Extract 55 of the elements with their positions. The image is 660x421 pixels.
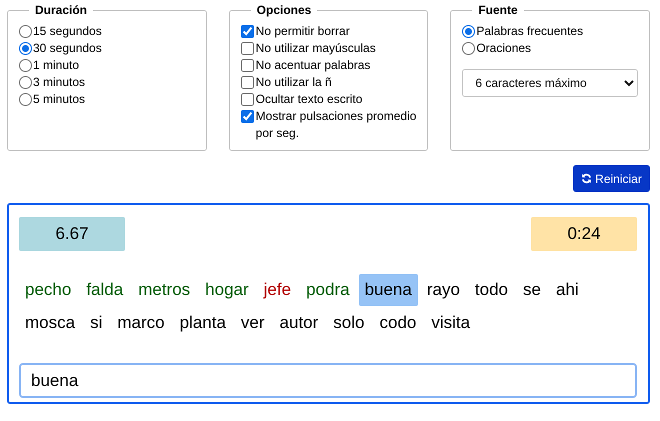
- radio-button[interactable]: [19, 42, 32, 55]
- word: ver: [240, 312, 266, 334]
- typing-field[interactable]: buena: [19, 363, 637, 398]
- word: falda: [85, 279, 124, 301]
- checkbox[interactable]: [240, 110, 254, 123]
- option-label: 15 segundos: [33, 23, 103, 40]
- word: jefe: [262, 279, 292, 301]
- checkbox[interactable]: [240, 25, 254, 38]
- word: autor: [278, 312, 320, 334]
- radio-button[interactable]: [19, 76, 32, 89]
- group-title: Opciones: [256, 3, 312, 17]
- word: marco: [116, 312, 166, 334]
- checkbox[interactable]: [240, 93, 254, 106]
- group-title: Fuente: [477, 3, 519, 17]
- option-label: 5 minutos: [33, 91, 86, 108]
- word: se: [522, 279, 542, 301]
- radio-button[interactable]: [19, 25, 32, 38]
- option-label: No utilizar la ñ: [256, 74, 333, 91]
- word: hogar: [204, 279, 250, 301]
- option-label: No utilizar mayúsculas: [256, 40, 377, 57]
- option-label: 1 minuto: [33, 57, 80, 74]
- timer-reading: 0:24: [531, 217, 637, 251]
- word: ahi: [554, 279, 580, 301]
- radio-button[interactable]: [462, 25, 476, 38]
- checkbox[interactable]: [240, 76, 254, 89]
- checkbox[interactable]: [240, 42, 254, 55]
- word: buena: [358, 274, 418, 306]
- word: todo: [474, 279, 510, 301]
- word: rayo: [426, 279, 461, 301]
- option-label: Mostrar pulsaciones promedio por seg.: [256, 108, 418, 142]
- radio-button[interactable]: [19, 59, 32, 72]
- checkbox[interactable]: [240, 59, 254, 72]
- word: pecho: [24, 279, 72, 301]
- word: visita: [430, 312, 472, 334]
- word: codo: [378, 312, 418, 334]
- option-label: Oraciones: [476, 40, 532, 57]
- option-label: 30 segundos: [33, 40, 103, 57]
- radio-button[interactable]: [19, 93, 32, 106]
- option-label: No permitir borrar: [256, 23, 351, 40]
- word: podra: [305, 279, 351, 301]
- group-title: Duración: [34, 3, 88, 17]
- option-label: Palabras frecuentes: [476, 23, 584, 40]
- word: si: [89, 312, 104, 334]
- word: planta: [178, 312, 227, 334]
- speed-reading: 6.67: [19, 217, 125, 251]
- restart-button[interactable]: Reiniciar: [573, 165, 650, 192]
- length-select[interactable]: 6 caracteres máximo: [462, 69, 638, 97]
- radio-button[interactable]: [462, 42, 476, 55]
- word: metros: [137, 279, 192, 301]
- option-label: Ocultar texto escrito: [256, 91, 364, 108]
- word: solo: [332, 312, 366, 334]
- option-label: 3 minutos: [33, 74, 86, 91]
- option-label: No acentuar palabras: [256, 57, 372, 74]
- word: mosca: [24, 312, 76, 334]
- refresh-icon: [581, 173, 592, 184]
